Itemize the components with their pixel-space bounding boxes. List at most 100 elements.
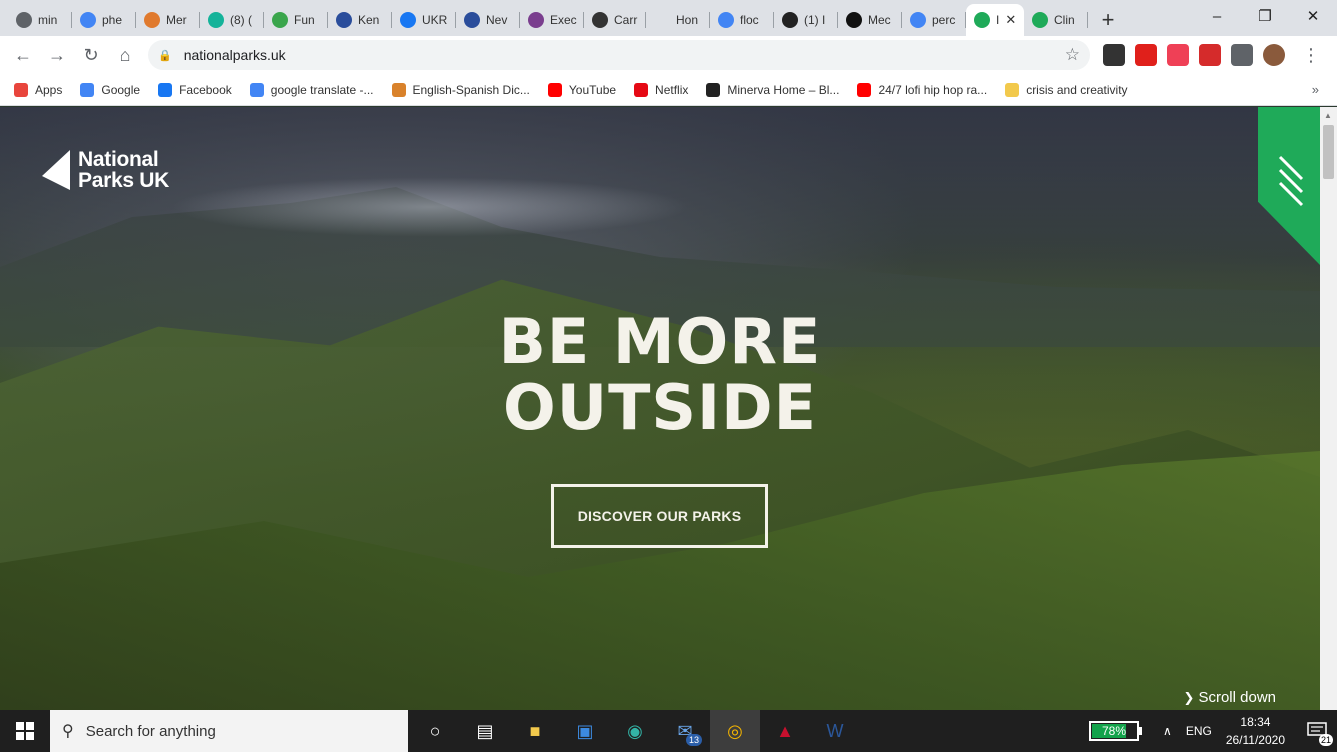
- google-icon: [910, 12, 926, 28]
- language-indicator[interactable]: ENG: [1186, 724, 1212, 738]
- headline-line-1: BE MORE: [498, 305, 822, 378]
- browser-tab[interactable]: perc: [902, 4, 966, 36]
- browser-toolbar: ← → ↻ ⌂ 🔒 nationalparks.uk ☆ ⋮: [0, 36, 1337, 74]
- browser-tab[interactable]: floc: [710, 4, 774, 36]
- mendeley-icon[interactable]: [1199, 44, 1221, 66]
- menu-stripes-icon: [1278, 155, 1304, 207]
- cortana-icon[interactable]: ○: [410, 710, 460, 752]
- national-parks-logo[interactable]: National Parks UK: [42, 149, 169, 191]
- browser-tab[interactable]: Ken: [328, 4, 392, 36]
- logo-line-1: National: [78, 148, 159, 171]
- close-tab-icon[interactable]: ✕: [1005, 12, 1016, 28]
- close-window-button[interactable]: ✕: [1289, 0, 1337, 32]
- tab-label: (1) I: [804, 13, 826, 27]
- dark-reader-icon[interactable]: [1103, 44, 1125, 66]
- bookmark-label: Facebook: [179, 82, 232, 97]
- minerva-icon: [706, 82, 721, 97]
- browser-tab[interactable]: Mec: [838, 4, 902, 36]
- mail-icon[interactable]: ✉ 13: [660, 710, 710, 752]
- bookmark-item[interactable]: Facebook: [158, 82, 232, 97]
- address-bar[interactable]: 🔒 nationalparks.uk ☆: [148, 40, 1090, 70]
- browser-tab[interactable]: Nev: [456, 4, 520, 36]
- mail-unread-badge: 13: [685, 734, 702, 746]
- chevron-down-icon: ❯: [1183, 689, 1195, 705]
- browser-tab[interactable]: I ✕: [966, 4, 1024, 36]
- bookmark-item[interactable]: YouTube: [547, 82, 617, 97]
- new-tab-button[interactable]: +: [1094, 4, 1122, 36]
- chrome-menu-button[interactable]: ⋮: [1294, 38, 1328, 72]
- clock-time: 18:34: [1240, 715, 1271, 729]
- browser-tab[interactable]: (8) (: [200, 4, 264, 36]
- bookmarks-bar: Apps Google Facebook google translate -... E…: [0, 74, 1337, 106]
- bookmark-item[interactable]: Minerva Home – Bl...: [706, 82, 839, 97]
- bookmark-item[interactable]: Apps: [14, 82, 62, 97]
- bookmark-item[interactable]: English-Spanish Dic...: [391, 82, 530, 97]
- bookmark-item[interactable]: 24/7 lofi hip hop ra...: [857, 82, 987, 97]
- minimize-button[interactable]: –: [1193, 0, 1241, 32]
- tab-label: Ken: [358, 13, 380, 27]
- home-button[interactable]: ⌂: [108, 38, 142, 72]
- clock-date: 26/11/2020: [1225, 733, 1285, 747]
- opera-icon[interactable]: [1135, 44, 1157, 66]
- browser-tab[interactable]: Fun: [264, 4, 328, 36]
- browser-tab[interactable]: Carr: [584, 4, 646, 36]
- file-explorer-icon[interactable]: ■: [510, 710, 560, 752]
- bookmark-label: Google: [101, 82, 141, 97]
- mcafee-icon[interactable]: ▲: [760, 710, 810, 752]
- scroll-up-arrow-icon[interactable]: ▲: [1324, 111, 1332, 120]
- taskbar-clock[interactable]: 18:34 26/11/2020: [1226, 713, 1285, 749]
- bookmark-item[interactable]: crisis and creativity: [1005, 82, 1128, 97]
- browser-tab[interactable]: Exec: [520, 4, 584, 36]
- tab-label: min: [38, 13, 58, 27]
- reload-button[interactable]: ↻: [74, 38, 108, 72]
- bookmark-star-icon[interactable]: ☆: [1065, 45, 1080, 65]
- facebook-icon: [158, 82, 173, 97]
- taskbar-search-box[interactable]: ⚲ Search for anything: [50, 710, 408, 752]
- tab-label: I: [996, 13, 1000, 27]
- puzzle-icon[interactable]: [1231, 44, 1253, 66]
- microsoft-store-icon[interactable]: ▣: [560, 710, 610, 752]
- restore-button[interactable]: ❐: [1241, 0, 1289, 32]
- bookmark-item[interactable]: Netflix: [634, 82, 688, 97]
- tab-label: Mer: [166, 13, 187, 27]
- browser-tab[interactable]: phe: [72, 4, 136, 36]
- scrollbar-thumb[interactable]: [1323, 125, 1334, 179]
- google-icon: [718, 12, 734, 28]
- profile-avatar-icon[interactable]: [1263, 44, 1285, 66]
- browser-tab[interactable]: min: [8, 4, 72, 36]
- browser-tab[interactable]: Clin: [1024, 4, 1088, 36]
- tab-label: UKR: [422, 13, 448, 27]
- page-scrollbar[interactable]: ▲: [1320, 107, 1337, 710]
- bookmark-label: English-Spanish Dic...: [412, 82, 530, 97]
- menu-corner-button[interactable]: [1258, 107, 1320, 265]
- tab-label: Mec: [868, 13, 891, 27]
- task-view-icon[interactable]: ▤: [460, 710, 510, 752]
- bookmark-label: YouTube: [568, 82, 617, 97]
- netflix-icon: [634, 82, 649, 97]
- tray-overflow-chevron-icon[interactable]: ∧: [1163, 724, 1172, 738]
- bookmark-item[interactable]: google translate -...: [249, 82, 374, 97]
- tab-label: Fun: [294, 13, 315, 27]
- scroll-down-link[interactable]: ❯ Scroll down: [1184, 689, 1276, 706]
- back-button[interactable]: ←: [6, 38, 40, 72]
- discover-parks-button[interactable]: DISCOVER OUR PARKS: [551, 484, 768, 548]
- browser-tab[interactable]: UKR: [392, 4, 456, 36]
- browser-tab-strip: min phe Mer (8) ( Fun Ken UKR Nev Exec Carr Hon flo…: [0, 0, 1337, 36]
- chrome-icon[interactable]: ◎: [710, 710, 760, 752]
- battery-indicator[interactable]: 78%: [1089, 721, 1143, 741]
- bookmark-item[interactable]: Google: [80, 82, 141, 97]
- action-center-button[interactable]: 21: [1297, 710, 1337, 752]
- researchgate-icon: [208, 12, 224, 28]
- start-button[interactable]: [0, 710, 50, 752]
- tab-label: Carr: [614, 13, 638, 27]
- edge-icon[interactable]: ◉: [610, 710, 660, 752]
- forward-button[interactable]: →: [40, 38, 74, 72]
- browser-tab[interactable]: Mer: [136, 4, 200, 36]
- national-parks-logo-mark-icon: [42, 150, 70, 190]
- browser-tab[interactable]: (1) I: [774, 4, 838, 36]
- notification-count: 21: [1318, 734, 1333, 746]
- word-icon[interactable]: W: [810, 710, 860, 752]
- browser-tab[interactable]: Hon: [646, 4, 710, 36]
- pocket-icon[interactable]: [1167, 44, 1189, 66]
- bookmarks-overflow-button[interactable]: »: [1312, 82, 1319, 97]
